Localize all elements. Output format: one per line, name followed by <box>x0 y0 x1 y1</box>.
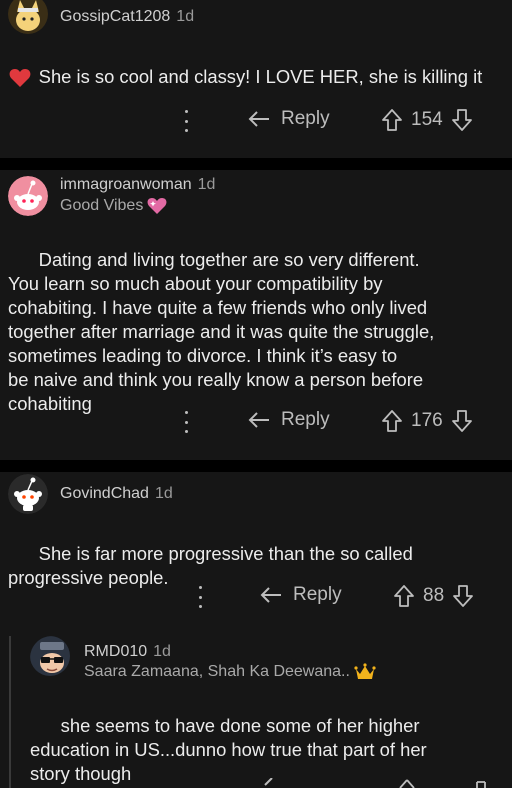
comments-page: GossipCat1208 1d She is so cool and class… <box>0 0 512 788</box>
comment-age: 1d <box>176 8 195 25</box>
reply-arrow-icon <box>248 111 269 127</box>
comment-age: 1d <box>197 176 216 193</box>
reply-arrow-icon <box>260 587 281 603</box>
downvote-icon[interactable] <box>470 778 492 788</box>
user-flair: Saara Zamaana, Shah Ka Deewana.. <box>84 663 376 681</box>
reply-button[interactable]: Reply <box>247 108 330 130</box>
avatar[interactable] <box>8 0 48 34</box>
overflow-menu-icon[interactable] <box>183 411 189 433</box>
sunglasses-avatar-icon <box>30 636 70 676</box>
username-text[interactable]: GossipCat1208 <box>60 8 170 25</box>
heart-icon <box>147 198 167 214</box>
comment-text: Dating and living together are so very d… <box>8 249 435 414</box>
username[interactable]: GossipCat1208 1d <box>60 8 194 26</box>
avatar[interactable] <box>8 176 48 216</box>
overflow-menu-icon[interactable] <box>183 110 189 132</box>
vote-controls: 176 <box>381 409 473 433</box>
vote-score: 88 <box>423 585 445 606</box>
username-text[interactable]: immagroanwoman <box>60 176 192 193</box>
username[interactable]: immagroanwoman 1d <box>60 176 215 194</box>
username[interactable]: GovindChad 1d <box>60 485 173 503</box>
cat-avatar-icon <box>8 0 48 34</box>
flair-text: Saara Zamaana, Shah Ka Deewana.. <box>84 663 350 680</box>
comment-card: GossipCat1208 1d She is so cool and class… <box>0 0 512 158</box>
avatar[interactable] <box>30 636 70 676</box>
comment-separator <box>0 460 512 472</box>
upvote-icon[interactable] <box>381 409 403 433</box>
comment-body: Dating and living together are so very d… <box>8 224 504 440</box>
thread-line[interactable] <box>9 636 11 788</box>
downvote-icon[interactable] <box>452 584 474 608</box>
comment-age: 1d <box>153 643 171 660</box>
reply-button[interactable]: Reply <box>259 584 342 606</box>
overflow-menu-icon[interactable] <box>197 586 203 608</box>
snoo-avatar-icon <box>8 474 48 514</box>
comment-card: immagroanwoman 1d Good Vibes Dating and l… <box>0 170 512 460</box>
comment-card: GovindChad 1d She is far more progressive… <box>0 472 512 788</box>
downvote-icon[interactable] <box>451 108 473 132</box>
comment-text: She is far more progressive than the so … <box>8 543 413 588</box>
reply-arrow-icon[interactable] <box>262 778 286 788</box>
upvote-icon[interactable] <box>381 108 403 132</box>
comment-separator <box>0 158 512 170</box>
upvote-icon[interactable] <box>396 778 418 788</box>
reply-arrow-icon <box>248 412 269 428</box>
username-text[interactable]: GovindChad <box>60 485 149 502</box>
reply-label[interactable]: Reply <box>281 108 330 130</box>
comment-text: she seems to have done some of her highe… <box>30 715 427 784</box>
username-text[interactable]: RMD010 <box>84 643 147 660</box>
vote-controls: 88 <box>393 584 474 608</box>
reply-label[interactable]: Reply <box>293 584 342 606</box>
reply-label[interactable]: Reply <box>281 409 330 431</box>
avatar[interactable] <box>8 474 48 514</box>
vote-controls: 154 <box>381 108 473 132</box>
comment-age: 1d <box>154 485 173 502</box>
user-flair: Good Vibes <box>60 197 167 215</box>
username[interactable]: RMD010 1d <box>84 643 171 661</box>
heart-icon <box>9 68 31 88</box>
comment-body: She is so cool and classy! I LOVE HER, s… <box>8 41 504 113</box>
reply-button[interactable]: Reply <box>247 409 330 431</box>
upvote-icon[interactable] <box>393 584 415 608</box>
vote-score: 176 <box>411 410 443 431</box>
comment-text: She is so cool and classy! I LOVE HER, s… <box>38 66 483 87</box>
comment-body: she seems to have done some of her highe… <box>30 690 504 788</box>
crown-icon <box>354 663 376 679</box>
downvote-icon[interactable] <box>451 409 473 433</box>
snoo-avatar-icon <box>8 176 48 216</box>
flair-text: Good Vibes <box>60 197 144 214</box>
vote-score: 154 <box>411 109 443 130</box>
